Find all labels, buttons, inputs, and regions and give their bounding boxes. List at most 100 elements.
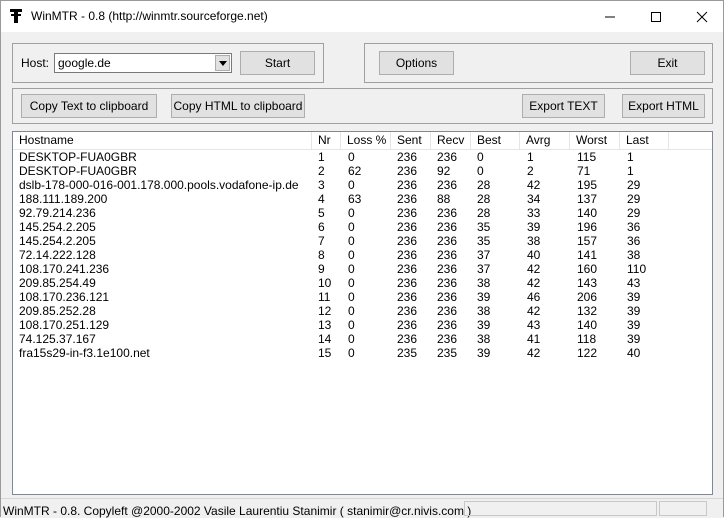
column-header-sent[interactable]: Sent (391, 132, 431, 149)
cell-last: 36 (627, 234, 641, 248)
column-header-last[interactable]: Last (620, 132, 669, 149)
column-header-hostname[interactable]: Hostname (13, 132, 312, 149)
title-bar[interactable]: WinMTR - 0.8 (http://winmtr.sourceforge.… (1, 1, 723, 32)
cell-avrg: 42 (527, 276, 541, 290)
cell-avrg: 1 (527, 150, 534, 164)
host-input[interactable]: google.de (58, 56, 111, 70)
table-row[interactable]: 188.111.189.200 4 63 236 88 28 34 137 29 (13, 192, 712, 206)
table-row[interactable]: fra15s29-in-f3.1e100.net 15 0 235 235 39 42 122… (13, 346, 712, 360)
cell-last: 38 (627, 248, 641, 262)
table-row[interactable]: 72.14.222.128 8 0 236 236 37 40 141 38 (13, 248, 712, 262)
table-row[interactable]: 209.85.252.28 12 0 236 236 38 42 132 39 (13, 304, 712, 318)
column-header-loss[interactable]: Loss % (341, 132, 391, 149)
cell-hostname: 145.254.2.205 (19, 220, 96, 234)
cell-best: 35 (477, 220, 491, 234)
host-combobox[interactable]: google.de (54, 53, 232, 73)
cell-sent: 235 (397, 346, 418, 360)
dropdown-button[interactable] (215, 55, 230, 71)
exit-button[interactable]: Exit (630, 51, 705, 75)
cell-nr: 12 (318, 304, 332, 318)
cell-worst: 141 (577, 248, 598, 262)
winmtr-window: WinMTR - 0.8 (http://winmtr.sourceforge.… (0, 0, 724, 518)
column-header-worst[interactable]: Worst (570, 132, 620, 149)
cell-avrg: 41 (527, 332, 541, 346)
cell-nr: 10 (318, 276, 332, 290)
cell-nr: 5 (318, 206, 325, 220)
cell-worst: 115 (577, 150, 597, 164)
cell-last: 39 (627, 332, 641, 346)
export-html-button[interactable]: Export HTML (622, 94, 705, 118)
cell-loss: 0 (348, 346, 355, 360)
cell-worst: 140 (577, 318, 598, 332)
cell-best: 28 (477, 206, 491, 220)
cell-sent: 236 (397, 164, 418, 178)
list-rows: DESKTOP-FUA0GBR 1 0 236 236 0 1 115 1 DESKTOP-FUA… (13, 150, 712, 360)
cell-loss: 0 (348, 234, 355, 248)
cell-nr: 13 (318, 318, 332, 332)
table-row[interactable]: 108.170.251.129 13 0 236 236 39 43 140 39 (13, 318, 712, 332)
cell-loss: 0 (348, 304, 355, 318)
status-text: WinMTR - 0.8. Copyleft @2000-2002 Vasile… (3, 504, 472, 518)
copy-html-button[interactable]: Copy HTML to clipboard (171, 94, 305, 118)
cell-hostname: DESKTOP-FUA0GBR (19, 150, 137, 164)
cell-sent: 236 (397, 262, 418, 276)
table-row[interactable]: DESKTOP-FUA0GBR 1 0 236 236 0 1 115 1 (13, 150, 712, 164)
cell-hostname: DESKTOP-FUA0GBR (19, 164, 137, 178)
cell-loss: 0 (348, 332, 355, 346)
minimize-button[interactable] (587, 1, 633, 32)
cell-worst: 137 (577, 192, 598, 206)
cell-last: 29 (627, 178, 641, 192)
status-pane-3 (659, 501, 707, 516)
trace-results-list[interactable]: Hostname Nr Loss % Sent Recv Best Avrg W… (12, 131, 713, 495)
table-row[interactable]: 74.125.37.167 14 0 236 236 38 41 118 39 (13, 332, 712, 346)
table-row[interactable]: 92.79.214.236 5 0 236 236 28 33 140 29 (13, 206, 712, 220)
list-header: Hostname Nr Loss % Sent Recv Best Avrg W… (13, 132, 712, 150)
cell-recv: 236 (437, 332, 458, 346)
table-row[interactable]: dslb-178-000-016-001.178.000.pools.vodaf… (13, 178, 712, 192)
cell-sent: 236 (397, 332, 418, 346)
status-pane-main: WinMTR - 0.8. Copyleft @2000-2002 Vasile… (1, 501, 471, 518)
table-row[interactable]: 145.254.2.205 6 0 236 236 35 39 196 36 (13, 220, 712, 234)
maximize-icon (651, 11, 661, 22)
table-row[interactable]: 108.170.241.236 9 0 236 236 37 42 160 110 (13, 262, 712, 276)
cell-loss: 0 (348, 318, 355, 332)
cell-hostname: 92.79.214.236 (19, 206, 96, 220)
cell-nr: 8 (318, 248, 325, 262)
cell-loss: 0 (348, 220, 355, 234)
cell-recv: 236 (437, 262, 458, 276)
column-header-best[interactable]: Best (471, 132, 520, 149)
table-row[interactable]: 209.85.254.49 10 0 236 236 38 42 143 43 (13, 276, 712, 290)
cell-hostname: 74.125.37.167 (19, 332, 96, 346)
options-button[interactable]: Options (379, 51, 454, 75)
column-header-recv[interactable]: Recv (431, 132, 471, 149)
cell-recv: 236 (437, 304, 458, 318)
cell-recv: 236 (437, 206, 458, 220)
cell-worst: 160 (577, 262, 598, 276)
close-button[interactable] (679, 1, 724, 32)
cell-last: 29 (627, 192, 641, 206)
table-row[interactable]: DESKTOP-FUA0GBR 2 62 236 92 0 2 71 1 (13, 164, 712, 178)
table-row[interactable]: 145.254.2.205 7 0 236 236 35 38 157 36 (13, 234, 712, 248)
cell-hostname: fra15s29-in-f3.1e100.net (19, 346, 150, 360)
start-button[interactable]: Start (240, 51, 315, 75)
cell-recv: 236 (437, 318, 458, 332)
export-text-button[interactable]: Export TEXT (522, 94, 605, 118)
column-header-nr[interactable]: Nr (312, 132, 341, 149)
cell-best: 28 (477, 192, 491, 206)
cell-worst: 195 (577, 178, 598, 192)
copy-text-button[interactable]: Copy Text to clipboard (21, 94, 157, 118)
cell-nr: 3 (318, 178, 325, 192)
cell-avrg: 39 (527, 220, 541, 234)
cell-nr: 15 (318, 346, 332, 360)
cell-best: 38 (477, 276, 491, 290)
table-row[interactable]: 108.170.236.121 11 0 236 236 39 46 206 39 (13, 290, 712, 304)
cell-sent: 236 (397, 220, 418, 234)
column-header-avrg[interactable]: Avrg (520, 132, 570, 149)
window-title: WinMTR - 0.8 (http://winmtr.sourceforge.… (31, 9, 268, 23)
cell-best: 39 (477, 346, 491, 360)
maximize-button[interactable] (633, 1, 679, 32)
cell-best: 28 (477, 178, 491, 192)
cell-recv: 88 (437, 192, 451, 206)
cell-avrg: 42 (527, 262, 541, 276)
cell-hostname: 209.85.254.49 (19, 276, 96, 290)
